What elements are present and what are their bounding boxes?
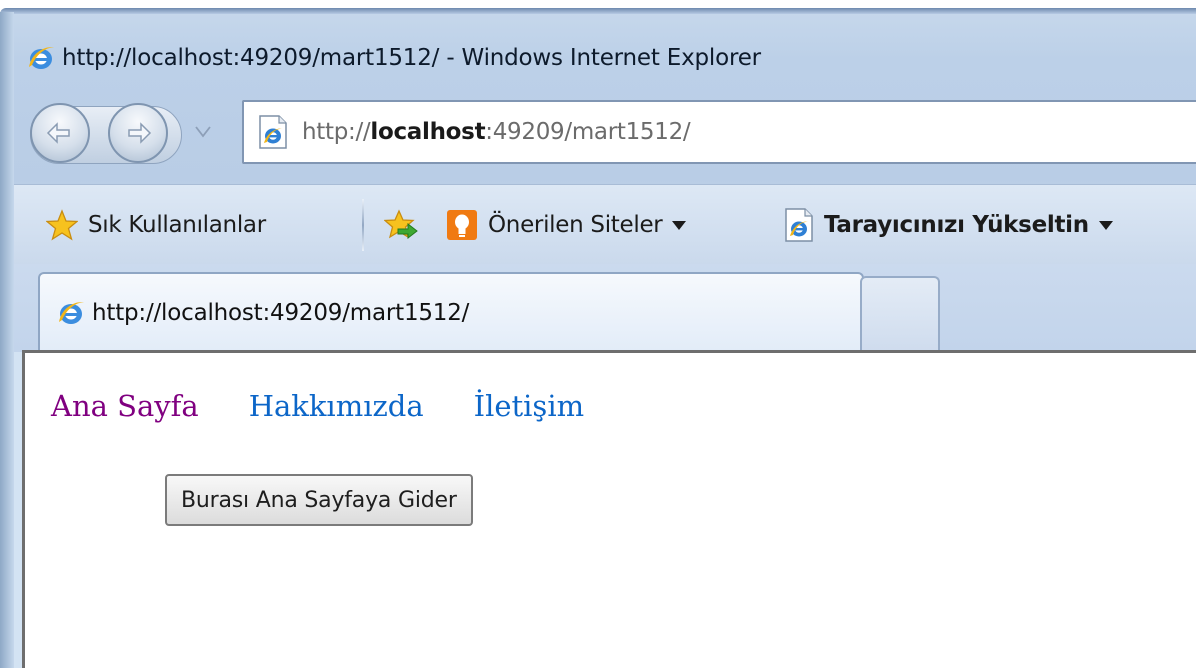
window-top-edge [0,0,1196,14]
navigation-bar: http://localhost:49209/mart1512/ [28,98,1196,168]
internet-explorer-icon [56,298,86,328]
url-host: localhost [370,119,486,145]
page-content: Ana Sayfa Hakkımızda İletişim Burası Ana… [22,350,1196,668]
upgrade-browser-menu[interactable]: Tarayıcınızı Yükseltin [784,205,1113,245]
new-tab-button[interactable] [860,276,940,350]
tab-bar: http://localhost:49209/mart1512/ [14,264,1196,352]
nav-buttons [28,98,188,168]
star-icon [46,209,78,241]
window-title: http://localhost:49209/mart1512/ - Windo… [62,45,761,71]
chevron-down-icon [672,220,687,230]
chevron-down-icon [1098,220,1113,230]
internet-explorer-icon [26,43,56,73]
chevron-down-icon [195,126,211,138]
suggested-sites-icon [447,210,477,240]
back-button[interactable] [30,103,90,163]
favorites-bar: Sık Kullanılanlar Önerilen Siteler Taray… [14,184,1196,265]
browser-window: http://localhost:49209/mart1512/ - Windo… [0,0,1196,668]
tab-current-page[interactable]: http://localhost:49209/mart1512/ [38,272,864,352]
favorites-label: Sık Kullanılanlar [88,212,266,238]
forward-button[interactable] [108,103,168,163]
url-path: :49209/mart1512/ [485,119,691,145]
address-bar[interactable]: http://localhost:49209/mart1512/ [242,100,1196,164]
site-navigation: Ana Sayfa Hakkımızda İletişim [51,389,634,423]
recent-pages-dropdown[interactable] [194,124,212,140]
suggested-sites-label: Önerilen Siteler [488,212,663,238]
back-arrow-icon [46,122,70,144]
suggested-sites-menu[interactable]: Önerilen Siteler [446,205,687,245]
tab-label: http://localhost:49209/mart1512/ [92,300,470,326]
add-favorite-icon [384,209,418,240]
favorites-button[interactable]: Sık Kullanılanlar [46,205,266,245]
nav-link-about[interactable]: Hakkımızda [249,389,424,423]
go-home-button[interactable]: Burası Ana Sayfaya Gider [165,474,473,526]
favorites-separator [362,199,364,251]
add-to-favorites-bar-button[interactable] [384,205,418,245]
page-icon [258,115,288,149]
forward-arrow-icon [128,122,152,144]
page-icon [785,208,813,242]
url-scheme: http:// [302,119,371,145]
nav-link-home[interactable]: Ana Sayfa [51,389,199,423]
title-bar: http://localhost:49209/mart1512/ - Windo… [26,36,1186,80]
address-url[interactable]: http://localhost:49209/mart1512/ [302,119,691,145]
window-left-edge [0,12,14,668]
nav-link-contact[interactable]: İletişim [474,389,584,423]
upgrade-browser-label: Tarayıcınızı Yükseltin [824,212,1089,238]
